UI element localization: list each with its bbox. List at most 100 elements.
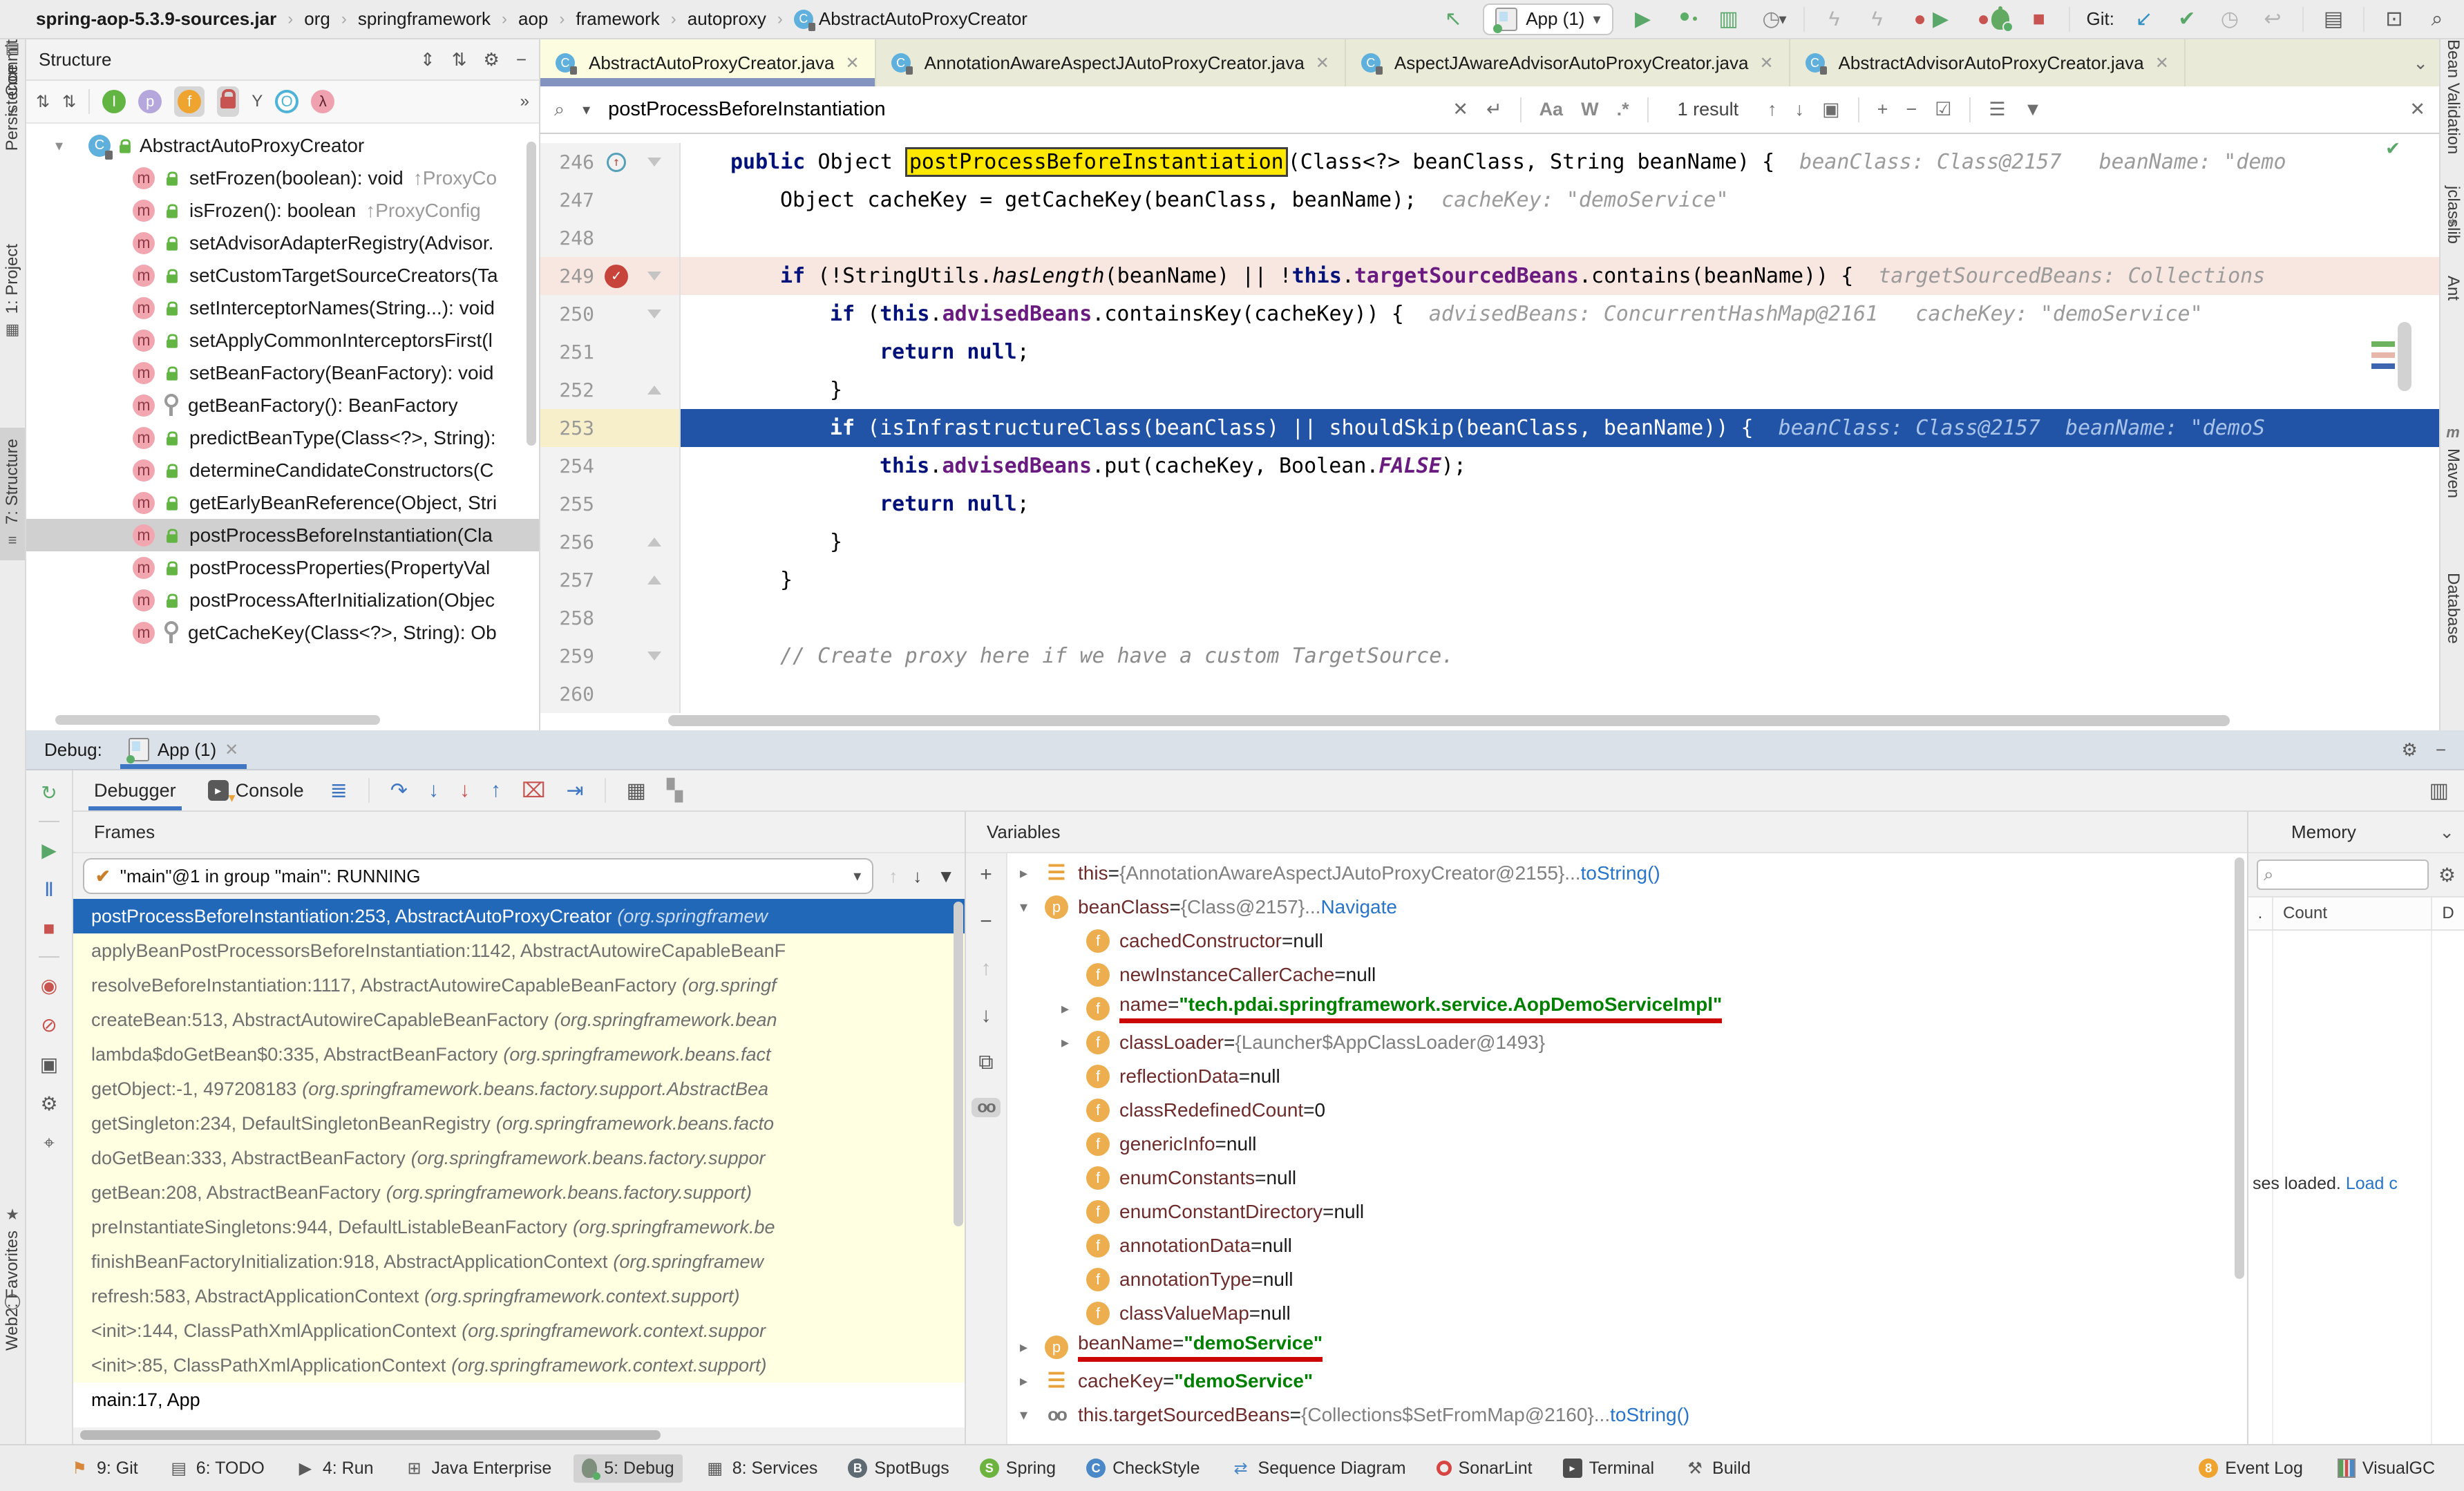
expand-arrow-icon[interactable]: ▸	[1061, 1034, 1086, 1052]
frame-row[interactable]: getBean:208, AbstractBeanFactory (org.sp…	[73, 1175, 965, 1210]
close-icon[interactable]: ✕	[225, 740, 238, 760]
tool-stripe-database[interactable]: Database	[2441, 573, 2464, 644]
pause-icon[interactable]: Ⅱ	[44, 878, 54, 901]
fold-up-icon[interactable]	[647, 538, 661, 547]
add-selection-icon[interactable]: +	[1877, 99, 1888, 120]
frame-row[interactable]: resolveBeforeInstantiation:1117, Abstrac…	[73, 968, 965, 1003]
search-icon[interactable]: ⌕	[554, 99, 565, 121]
variable-row[interactable]: f annotationType = null	[1007, 1262, 2247, 1296]
structure-row[interactable]: setApplyCommonInterceptorsFirst(l	[26, 324, 539, 357]
visualgc-button[interactable]: VisualGC	[2329, 1454, 2443, 1483]
editor-tab[interactable]: AspectJAwareAdvisorAutoProxyCreator.java…	[1345, 39, 1790, 86]
variable-row[interactable]: ▸ ☰ this = {AnnotationAwareAspectJAutoPr…	[1007, 856, 2247, 890]
structure-vertical-scrollbar[interactable]	[527, 142, 536, 446]
frame-row[interactable]: refresh:583, AbstractApplicationContext …	[73, 1279, 965, 1313]
expand-arrow-icon[interactable]: ▸	[1061, 1000, 1086, 1018]
frame-row[interactable]: preInstantiateSingletons:944, DefaultLis…	[73, 1210, 965, 1244]
multiline-search-icon[interactable]: ☰	[1989, 99, 2005, 120]
move-watch-up-icon[interactable]: ↑	[981, 957, 992, 980]
rerun-icon[interactable]: ● ▶	[1907, 7, 1954, 31]
services-tool-button[interactable]: ▦ 8: Services	[696, 1454, 826, 1483]
remove-selection-icon[interactable]: −	[1906, 99, 1917, 120]
value-action-link[interactable]: toString()	[1581, 862, 1660, 884]
expand-arrow-icon[interactable]: ▸	[1020, 1338, 1045, 1356]
expand-arrow-icon[interactable]: ▾	[1020, 1406, 1045, 1424]
show-watches-icon[interactable]: oo	[972, 1098, 1001, 1117]
fold-up-icon[interactable]	[647, 386, 661, 395]
frame-row[interactable]: createBean:513, AbstractAutowireCapableB…	[73, 1003, 965, 1037]
tab-console[interactable]: ▸ Console	[202, 770, 310, 810]
step-out-icon[interactable]: ↑	[491, 779, 501, 802]
project-structure-icon[interactable]: ▤	[2320, 7, 2347, 31]
filter-search-icon[interactable]: ▼	[2024, 99, 2043, 120]
restore-layout-icon[interactable]: ▥	[2429, 779, 2449, 803]
gear-icon[interactable]: ⚙	[2402, 739, 2418, 761]
tool-stripe-web[interactable]: ◯ Web	[0, 1292, 25, 1351]
close-icon[interactable]: ✕	[1759, 53, 1773, 73]
java-enterprise-tool-button[interactable]: ⊞ Java Enterprise	[396, 1454, 560, 1483]
frame-row[interactable]: doGetBean:333, AbstractBeanFactory (org.…	[73, 1141, 965, 1175]
editor-gutter[interactable]: 255	[540, 485, 681, 523]
variable-row[interactable]: f genericInfo = null	[1007, 1127, 2247, 1161]
search-everywhere-icon[interactable]: ⌕	[2424, 8, 2450, 31]
variable-row[interactable]: ▸ f classLoader = {Launcher$AppClassLoad…	[1007, 1025, 2247, 1059]
words-toggle[interactable]: W	[1581, 99, 1598, 120]
structure-row[interactable]: postProcessAfterInitialization(Objec	[26, 584, 539, 616]
collapse-memory-icon[interactable]: ⌄	[2439, 822, 2454, 843]
structure-row[interactable]: isFrozen(): boolean ↑ProxyConfig	[26, 194, 539, 227]
expand-arrow-icon[interactable]: ▾	[55, 137, 82, 155]
show-non-public-icon[interactable]	[217, 86, 240, 117]
breadcrumb-item[interactable]: › org	[276, 8, 330, 30]
structure-row[interactable]: setInterceptorNames(String...): void	[26, 292, 539, 324]
variable-row[interactable]: f cachedConstructor = null	[1007, 924, 2247, 958]
sort-alphabetically-icon[interactable]: ⇅	[62, 92, 76, 112]
gear-icon[interactable]: ⚙	[484, 49, 500, 70]
step-over-icon[interactable]: ↷	[390, 779, 408, 803]
select-all-occurrences-icon[interactable]: ▣	[1822, 99, 1840, 120]
code-editor[interactable]: 246 public Object postProcessBef	[540, 134, 2439, 730]
layout-settings-icon[interactable]: ▚	[667, 779, 683, 803]
structure-row[interactable]: setFrozen(boolean): void ↑ProxyCo	[26, 162, 539, 194]
frame-row[interactable]: <init>:85, ClassPathXmlApplicationContex…	[73, 1348, 965, 1383]
fold-down-icon[interactable]	[647, 158, 661, 167]
editor-gutter[interactable]: 253	[540, 409, 681, 447]
variable-row[interactable]: f enumConstantDirectory = null	[1007, 1195, 2247, 1228]
editor-tab[interactable]: AnnotationAwareAspectJAutoProxyCreator.j…	[875, 39, 1346, 86]
git-tool-button[interactable]: ⚑ 9: Git	[61, 1454, 146, 1483]
tool-stripe-pin[interactable]: ⌖	[2441, 213, 2464, 231]
debug-settings-icon[interactable]: ⚙	[40, 1092, 57, 1115]
fold-down-icon[interactable]	[647, 652, 661, 661]
frame-row[interactable]: main:17, App	[73, 1383, 965, 1417]
view-breakpoints-icon[interactable]: ◉	[41, 974, 57, 997]
editor-gutter[interactable]: 248	[540, 219, 681, 257]
pin-icon[interactable]: ⌖	[44, 1132, 55, 1155]
frame-row[interactable]: lambda$doGetBean$0:335, AbstractBeanFact…	[73, 1037, 965, 1072]
evaluate-expression-icon[interactable]: ▦	[627, 779, 646, 803]
mute-breakpoints-icon[interactable]: ⊘	[41, 1014, 57, 1036]
show-fields-icon[interactable]: f	[174, 86, 205, 117]
more-icon[interactable]: »	[520, 92, 529, 111]
editor-tab[interactable]: AbstractAdvisorAutoProxyCreator.java ✕	[1790, 39, 2186, 86]
frames-horizontal-scrollbar[interactable]	[80, 1430, 661, 1440]
remove-watch-icon[interactable]: −	[980, 910, 992, 933]
fold-down-icon[interactable]	[647, 272, 661, 281]
tab-list-chevron-icon[interactable]: ⌄	[2413, 53, 2439, 74]
editor-gutter[interactable]: 260	[540, 675, 681, 713]
match-case-toggle[interactable]: Aa	[1539, 99, 1564, 120]
structure-row[interactable]: getBeanFactory(): BeanFactory	[26, 389, 539, 421]
event-log-button[interactable]: 8 Event Log	[2190, 1454, 2311, 1483]
show-lambdas-icon[interactable]: λ	[311, 90, 335, 113]
run-to-cursor-icon[interactable]: ⇥	[567, 779, 584, 803]
search-query[interactable]: postProcessBeforeInstantiation	[608, 98, 885, 121]
count-column-header[interactable]: Count	[2273, 904, 2431, 923]
frame-row[interactable]: <init>:144, ClassPathXmlApplicationConte…	[73, 1313, 965, 1348]
frame-row[interactable]: postProcessBeforeInstantiation:253, Abst…	[73, 899, 965, 933]
run-anything-icon[interactable]: ⊡	[2381, 7, 2407, 31]
group-methods-icon[interactable]: Y	[252, 92, 263, 111]
structure-row[interactable]: determineCandidateConstructors(C	[26, 454, 539, 486]
structure-row[interactable]: postProcessProperties(PropertyVal	[26, 551, 539, 584]
stop-icon[interactable]: ■	[44, 918, 55, 940]
checkstyle-tool-button[interactable]: C CheckStyle	[1078, 1454, 1208, 1483]
expand-all-icon[interactable]: ⇕	[420, 49, 435, 70]
thread-dump-icon[interactable]: ▣	[40, 1053, 58, 1076]
